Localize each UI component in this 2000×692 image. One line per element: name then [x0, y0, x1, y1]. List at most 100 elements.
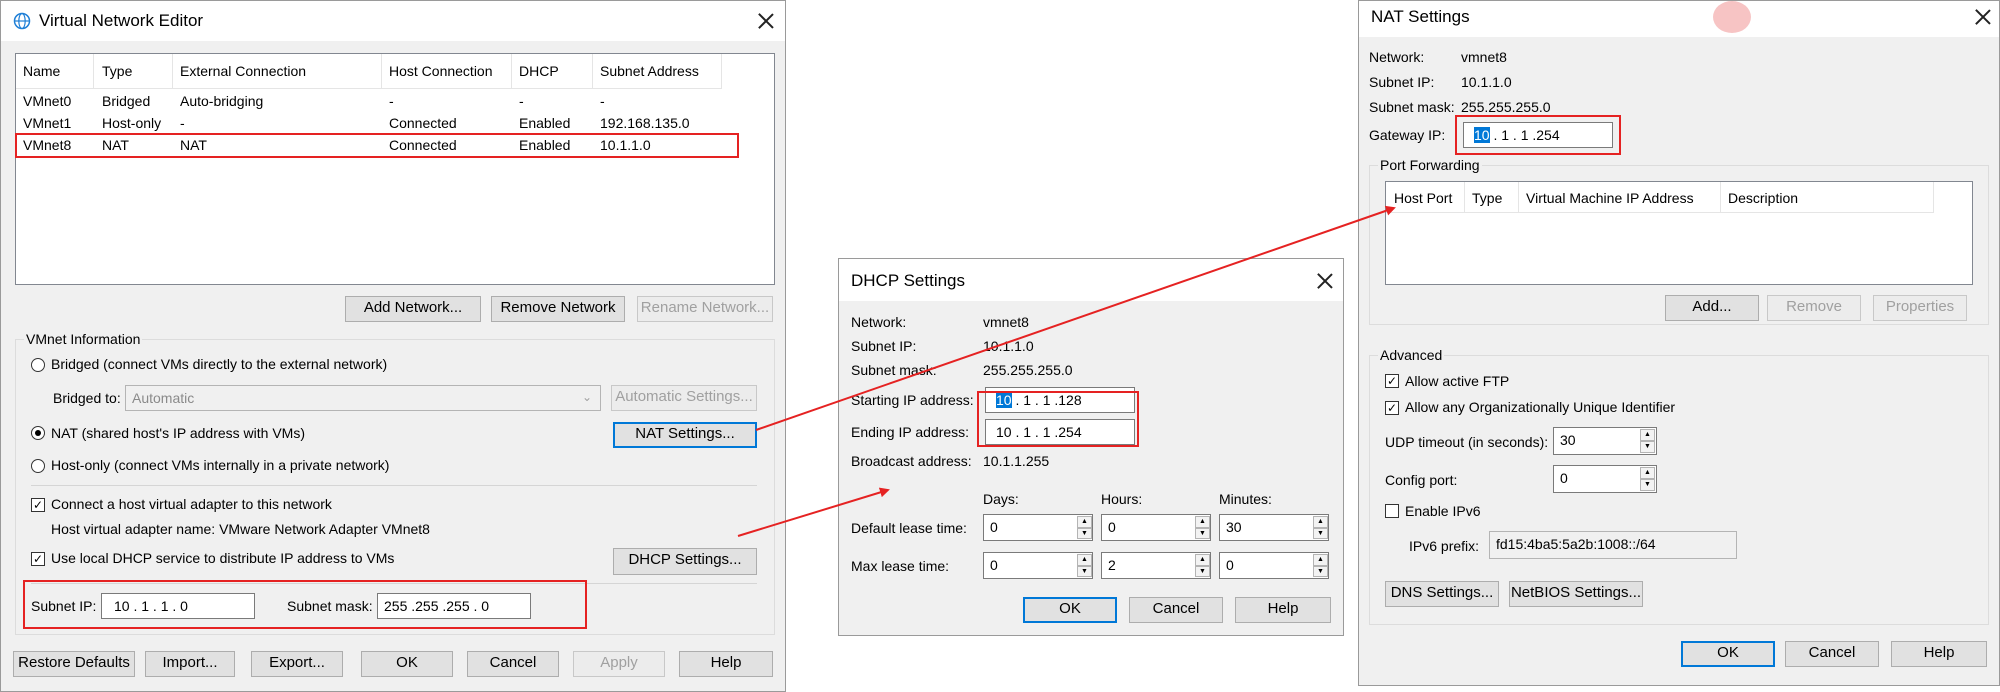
subnet-mask-label: Subnet mask:	[1369, 99, 1455, 115]
host-only-radio[interactable]	[31, 459, 45, 473]
udp-timeout-stepper[interactable]: ▲ ▼	[1640, 429, 1655, 453]
add-network-button[interactable]: Add Network...	[345, 296, 481, 322]
automatic-settings-button[interactable]: Automatic Settings...	[611, 385, 757, 411]
ipv6-prefix-input[interactable]: fd15:4ba5:5a2b:1008::/64	[1489, 531, 1737, 559]
cell: Bridged	[102, 93, 151, 109]
use-dhcp-label[interactable]: Use local DHCP service to distribute IP …	[51, 550, 394, 566]
nat-settings-button[interactable]: NAT Settings...	[613, 422, 757, 448]
netbios-settings-button[interactable]: NetBIOS Settings...	[1509, 581, 1643, 607]
port-forwarding-list[interactable]: Host Port Type Virtual Machine IP Addres…	[1385, 181, 1973, 285]
enable-ipv6-label[interactable]: Enable IPv6	[1405, 503, 1481, 519]
group-label: Port Forwarding	[1378, 157, 1482, 173]
network-value: vmnet8	[1461, 49, 1507, 65]
use-dhcp-checkbox[interactable]: ✓	[31, 552, 45, 566]
network-list[interactable]: Name Type External Connection Host Conne…	[15, 53, 775, 285]
vmnet8-highlight	[15, 133, 739, 158]
group-label: VMnet Information	[24, 331, 143, 347]
cell: VMnet1	[23, 115, 72, 131]
column-header[interactable]: Name	[23, 63, 60, 79]
cancel-button[interactable]: Cancel	[1785, 641, 1879, 667]
column-header[interactable]: DHCP	[519, 63, 559, 79]
window-title: DHCP Settings	[851, 271, 966, 290]
close-button[interactable]	[756, 11, 776, 31]
enable-ipv6-checkbox[interactable]	[1385, 504, 1399, 518]
adapter-name-label: Host virtual adapter name: VMware Networ…	[51, 521, 430, 537]
properties-button[interactable]: Properties	[1873, 295, 1967, 321]
cell: -	[389, 93, 394, 109]
subnet-ip-label: Subnet IP:	[1369, 74, 1435, 90]
allow-active-ftp-label[interactable]: Allow active FTP	[1405, 373, 1509, 389]
config-port-label: Config port:	[1385, 472, 1458, 488]
cell: -	[180, 115, 185, 131]
bridged-to-select[interactable]: Automatic ⌄	[125, 385, 601, 411]
max-hours-stepper[interactable]: ▲ ▼	[1195, 554, 1210, 577]
rename-network-button[interactable]: Rename Network...	[637, 296, 773, 322]
column-header[interactable]: Host Connection	[389, 63, 493, 79]
close-button[interactable]	[1315, 271, 1335, 291]
column-header[interactable]: External Connection	[180, 63, 306, 79]
apply-button[interactable]: Apply	[573, 651, 665, 677]
remove-network-button[interactable]: Remove Network	[491, 296, 625, 322]
import-button[interactable]: Import...	[145, 651, 235, 677]
gateway-highlight	[1455, 115, 1621, 155]
connect-adapter-checkbox[interactable]: ✓	[31, 498, 45, 512]
minutes-label: Minutes:	[1219, 491, 1272, 507]
allow-active-ftp-checkbox[interactable]: ✓	[1385, 374, 1399, 388]
max-minutes-stepper[interactable]: ▲ ▼	[1313, 554, 1328, 577]
column-header[interactable]: Description	[1728, 190, 1798, 206]
broadcast-value: 10.1.1.255	[983, 453, 1050, 469]
help-button[interactable]: Help	[1235, 597, 1331, 623]
close-button[interactable]	[1973, 7, 1993, 27]
remove-button[interactable]: Remove	[1767, 295, 1861, 321]
cancel-button[interactable]: Cancel	[467, 651, 559, 677]
cell: VMnet0	[23, 93, 72, 109]
title-bar: Virtual Network Editor	[1, 1, 785, 41]
cell: -	[600, 93, 605, 109]
dns-settings-button[interactable]: DNS Settings...	[1385, 581, 1499, 607]
add-button[interactable]: Add...	[1665, 295, 1759, 321]
config-port-stepper[interactable]: ▲ ▼	[1640, 467, 1655, 491]
export-button[interactable]: Export...	[251, 651, 343, 677]
starting-ip-label: Starting IP address:	[851, 392, 974, 408]
chevron-down-icon: ⌄	[581, 390, 592, 404]
globe-icon	[13, 12, 31, 30]
default-days-stepper[interactable]: ▲ ▼	[1077, 516, 1092, 539]
nat-label[interactable]: NAT (shared host's IP address with VMs)	[51, 425, 305, 441]
help-button[interactable]: Help	[679, 651, 773, 677]
ok-button[interactable]: OK	[1023, 597, 1117, 623]
cell: Host-only	[102, 115, 162, 131]
table-row[interactable]: VMnet0 Bridged Auto-bridging - - -	[16, 90, 756, 112]
max-days-stepper[interactable]: ▲ ▼	[1077, 554, 1092, 577]
allow-oui-checkbox[interactable]: ✓	[1385, 401, 1399, 415]
column-header[interactable]: Host Port	[1394, 190, 1452, 206]
network-label: Network:	[851, 314, 907, 330]
ip-range-highlight	[977, 391, 1139, 447]
column-header[interactable]: Type	[1472, 190, 1502, 206]
table-row[interactable]: VMnet1 Host-only - Connected Enabled 192…	[16, 112, 756, 134]
network-value: vmnet8	[983, 314, 1029, 330]
cancel-button[interactable]: Cancel	[1129, 597, 1223, 623]
cell: -	[519, 93, 524, 109]
bridged-label[interactable]: Bridged (connect VMs directly to the ext…	[51, 356, 387, 372]
column-header[interactable]: Virtual Machine IP Address	[1526, 190, 1694, 206]
restore-defaults-button[interactable]: Restore Defaults	[13, 651, 135, 677]
subnet-ip-value: 10.1.1.0	[1461, 74, 1512, 90]
column-header[interactable]: Subnet Address	[600, 63, 699, 79]
bridged-radio[interactable]	[31, 358, 45, 372]
default-minutes-stepper[interactable]: ▲ ▼	[1313, 516, 1328, 539]
dhcp-settings-button[interactable]: DHCP Settings...	[613, 548, 757, 575]
group-label: Advanced	[1378, 347, 1445, 363]
column-header[interactable]: Type	[102, 63, 132, 79]
default-hours-stepper[interactable]: ▲ ▼	[1195, 516, 1210, 539]
subnet-mask-value: 255.255.255.0	[1461, 99, 1551, 115]
allow-oui-label[interactable]: Allow any Organizationally Unique Identi…	[1405, 399, 1675, 415]
ok-button[interactable]: OK	[1681, 641, 1775, 667]
host-only-label[interactable]: Host-only (connect VMs internally in a p…	[51, 457, 389, 473]
max-lease-label: Max lease time:	[851, 558, 950, 574]
nat-radio[interactable]	[31, 426, 45, 440]
window-title: Virtual Network Editor	[39, 11, 204, 30]
help-button[interactable]: Help	[1891, 641, 1987, 667]
ok-button[interactable]: OK	[361, 651, 453, 677]
dhcp-settings-window: DHCP Settings Network: vmnet8 Subnet IP:…	[838, 258, 1344, 636]
connect-adapter-label[interactable]: Connect a host virtual adapter to this n…	[51, 496, 332, 512]
